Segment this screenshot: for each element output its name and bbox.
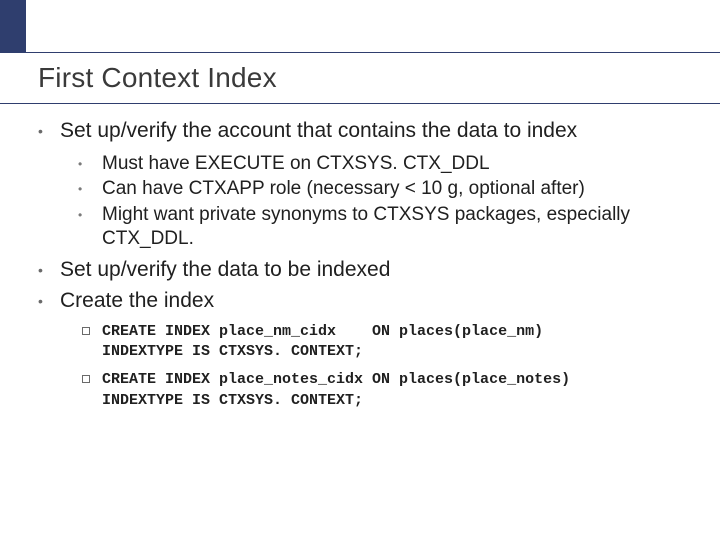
corner-accent bbox=[0, 0, 26, 52]
bullet-list-lvl1: Set up/verify the account that contains … bbox=[38, 118, 684, 411]
bullet-text: Create the index bbox=[60, 289, 214, 312]
bullet-text: Can have CTXAPP role (necessary < 10 g, … bbox=[102, 178, 585, 199]
bullet-text: Set up/verify the account that contains … bbox=[60, 119, 577, 142]
bullet-text: Set up/verify the data to be indexed bbox=[60, 258, 390, 281]
slide-title: First Context Index bbox=[38, 62, 277, 94]
title-bar: First Context Index bbox=[0, 52, 720, 104]
bullet-text: Must have EXECUTE on CTXSYS. CTX_DDL bbox=[102, 153, 490, 174]
bullet-lvl2: Can have CTXAPP role (necessary < 10 g, … bbox=[78, 177, 684, 201]
bullet-lvl2: Might want private synonyms to CTXSYS pa… bbox=[78, 203, 684, 251]
bullet-lvl2: Must have EXECUTE on CTXSYS. CTX_DDL bbox=[78, 152, 684, 176]
bullet-list-lvl2: Must have EXECUTE on CTXSYS. CTX_DDL Can… bbox=[60, 152, 684, 251]
bullet-lvl1: Create the index CREATE INDEX place_nm_c… bbox=[38, 288, 684, 411]
code-block: CREATE INDEX place_notes_cidx ON places(… bbox=[80, 370, 684, 411]
bullet-lvl1: Set up/verify the account that contains … bbox=[38, 118, 684, 251]
bullet-list-lvl3: CREATE INDEX place_nm_cidx ON places(pla… bbox=[60, 322, 684, 411]
code-block: CREATE INDEX place_nm_cidx ON places(pla… bbox=[80, 322, 684, 363]
bullet-lvl1: Set up/verify the data to be indexed bbox=[38, 257, 684, 283]
bullet-text: Might want private synonyms to CTXSYS pa… bbox=[102, 204, 630, 249]
slide: First Context Index Set up/verify the ac… bbox=[0, 0, 720, 540]
slide-body: Set up/verify the account that contains … bbox=[38, 118, 684, 419]
